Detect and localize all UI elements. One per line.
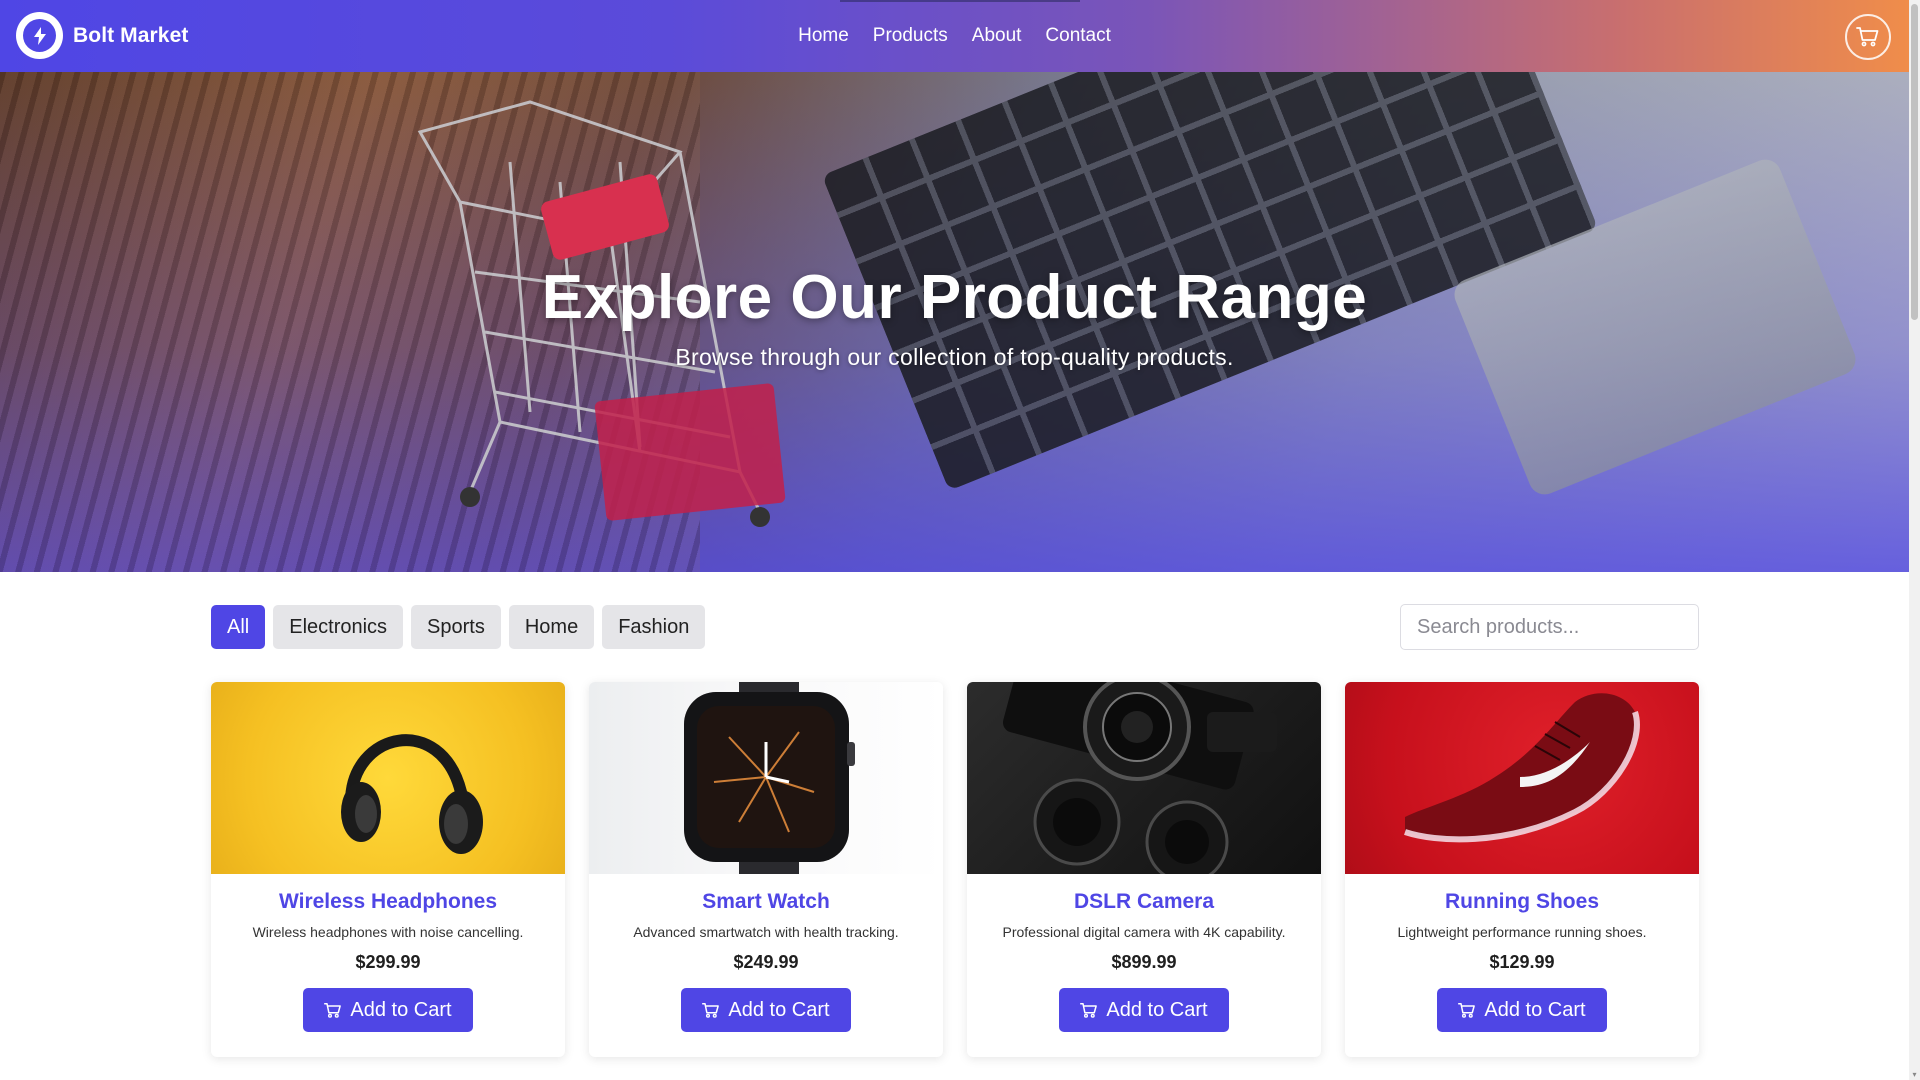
camera-image bbox=[967, 682, 1321, 874]
add-to-cart-label: Add to Cart bbox=[728, 998, 830, 1021]
scrollbar-thumb[interactable] bbox=[1911, 4, 1918, 320]
nav-links: Home Products About Contact bbox=[0, 0, 1909, 72]
add-to-cart-label: Add to Cart bbox=[350, 998, 452, 1021]
product-name[interactable]: Smart Watch bbox=[589, 890, 943, 918]
product-price: $899.99 bbox=[1111, 952, 1177, 972]
cart-icon bbox=[1856, 27, 1879, 47]
smartwatch-image bbox=[589, 682, 943, 874]
nav-link-contact[interactable]: Contact bbox=[1045, 19, 1110, 53]
page-scrollbar[interactable]: ▾ bbox=[1909, 0, 1920, 1080]
product-card: Smart Watch Advanced smartwatch with hea… bbox=[589, 682, 943, 1057]
nav-link-products[interactable]: Products bbox=[873, 19, 948, 53]
page: Bolt Market Home Products About Contact bbox=[0, 0, 1920, 1080]
filter-fashion[interactable]: Fashion bbox=[602, 605, 706, 649]
add-to-cart-button[interactable]: Add to Cart bbox=[1437, 988, 1607, 1032]
nav-link-home[interactable]: Home bbox=[798, 19, 849, 53]
filter-sports[interactable]: Sports bbox=[411, 605, 501, 649]
product-card: Wireless Headphones Wireless headphones … bbox=[211, 682, 565, 1057]
nav-link-about[interactable]: About bbox=[972, 19, 1022, 53]
product-price: $249.99 bbox=[733, 952, 799, 972]
add-to-cart-button[interactable]: Add to Cart bbox=[1059, 988, 1229, 1032]
product-price: $129.99 bbox=[1489, 952, 1555, 972]
hero-banner: Explore Our Product Range Browse through… bbox=[0, 72, 1909, 572]
scroll-down-arrow-icon[interactable]: ▾ bbox=[1911, 1071, 1918, 1079]
search-input[interactable] bbox=[1400, 604, 1699, 650]
product-card: DSLR Camera Professional digital camera … bbox=[967, 682, 1321, 1057]
cart-button[interactable] bbox=[1845, 14, 1891, 60]
navbar: Bolt Market Home Products About Contact bbox=[0, 0, 1909, 72]
cart-icon bbox=[702, 1002, 720, 1018]
product-name[interactable]: Running Shoes bbox=[1345, 890, 1699, 918]
cart-icon bbox=[324, 1002, 342, 1018]
product-description: Professional digital camera with 4K capa… bbox=[1002, 924, 1286, 940]
add-to-cart-label: Add to Cart bbox=[1106, 998, 1208, 1021]
filter-electronics[interactable]: Electronics bbox=[273, 605, 404, 649]
filter-all[interactable]: All bbox=[211, 605, 266, 649]
product-description: Lightweight performance running shoes. bbox=[1397, 924, 1647, 940]
product-name[interactable]: DSLR Camera bbox=[967, 890, 1321, 918]
product-description: Advanced smartwatch with health tracking… bbox=[633, 924, 899, 940]
product-grid: Wireless Headphones Wireless headphones … bbox=[211, 682, 1699, 1057]
product-name[interactable]: Wireless Headphones bbox=[211, 890, 565, 918]
cart-icon bbox=[1458, 1002, 1476, 1018]
hero-title: Explore Our Product Range bbox=[541, 263, 1368, 332]
cart-icon bbox=[1080, 1002, 1098, 1018]
product-description: Wireless headphones with noise cancellin… bbox=[252, 924, 524, 940]
shoe-image bbox=[1345, 682, 1699, 874]
category-filters: All Electronics Sports Home Fashion bbox=[211, 605, 706, 649]
product-price: $299.99 bbox=[355, 952, 421, 972]
hero-subtitle: Browse through our collection of top-qua… bbox=[675, 344, 1234, 370]
add-to-cart-button[interactable]: Add to Cart bbox=[681, 988, 851, 1032]
add-to-cart-label: Add to Cart bbox=[1484, 998, 1586, 1021]
headphones-image bbox=[211, 682, 565, 874]
filter-home[interactable]: Home bbox=[508, 605, 595, 649]
add-to-cart-button[interactable]: Add to Cart bbox=[303, 988, 473, 1032]
product-card: Running Shoes Lightweight performance ru… bbox=[1345, 682, 1699, 1057]
